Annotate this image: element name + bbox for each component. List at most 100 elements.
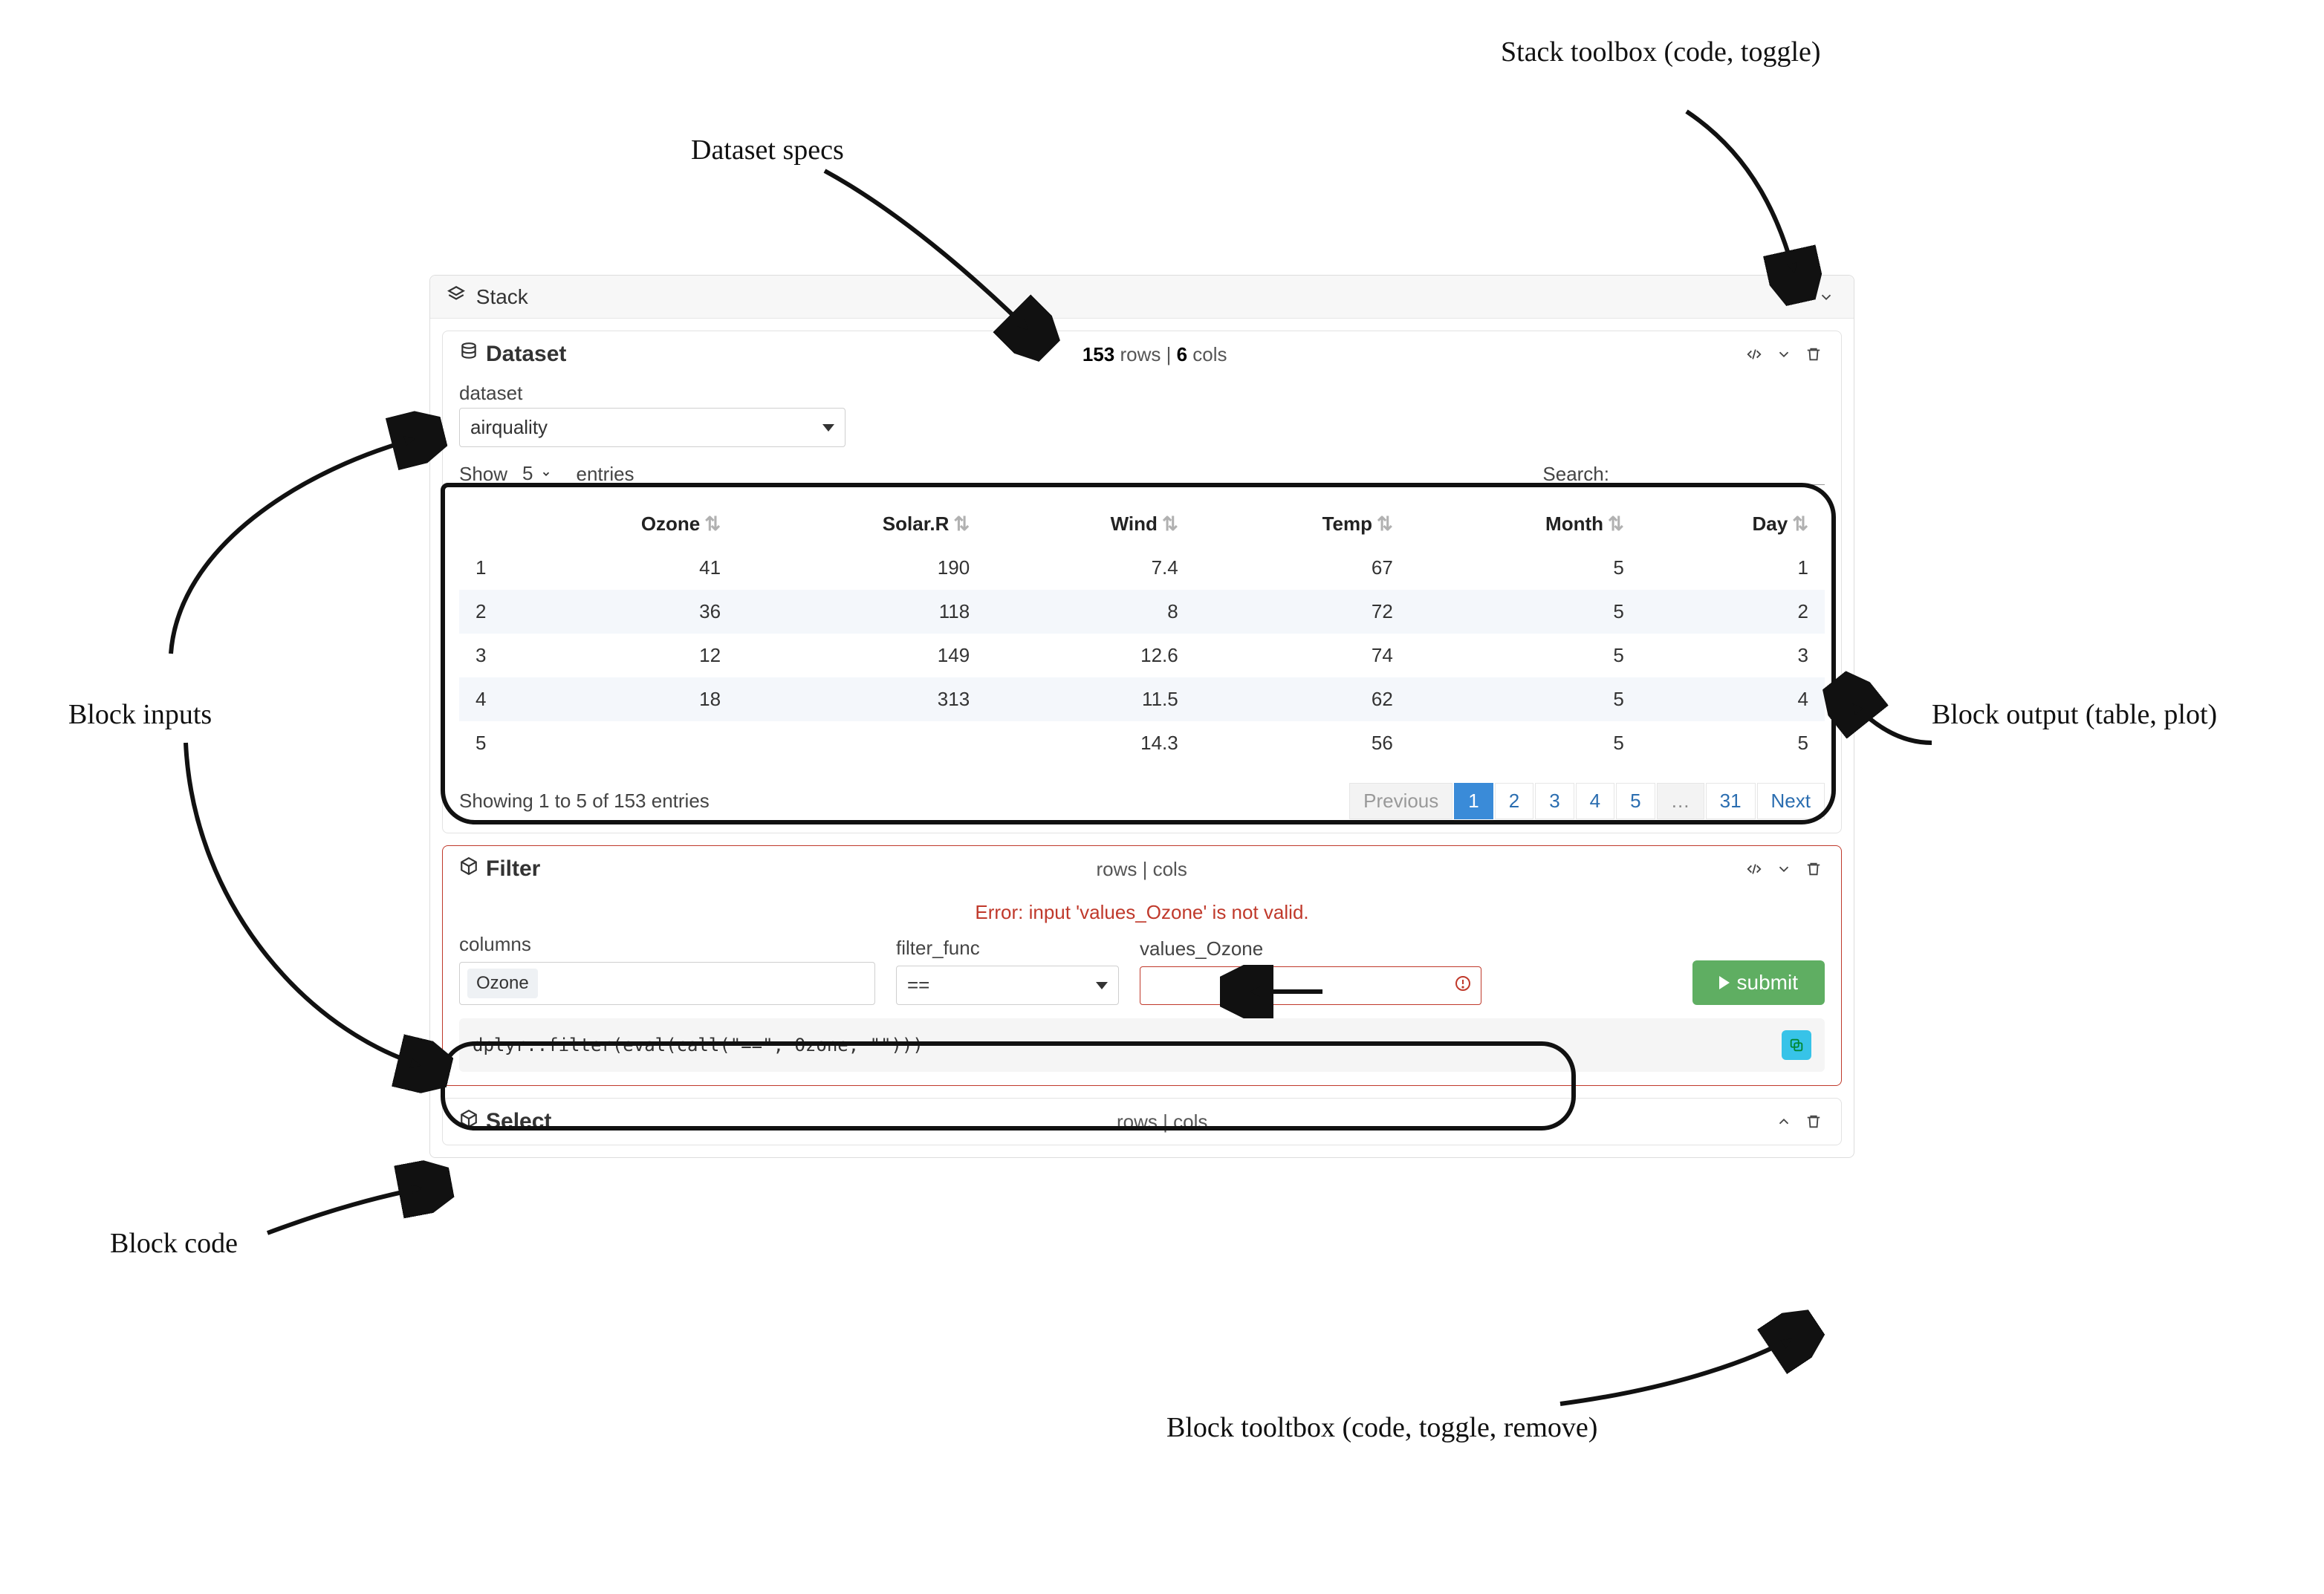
dataset-sep: | (1166, 343, 1177, 365)
pager-page-3[interactable]: 3 (1535, 783, 1574, 819)
dataset-code-button[interactable] (1743, 343, 1765, 365)
cell-month: 5 (1409, 677, 1640, 721)
filter-func-value: == (907, 974, 929, 997)
stack-title-text: Stack (476, 285, 528, 308)
show-label-pre: Show (459, 463, 507, 486)
filter-columns-input[interactable]: Ozone (459, 962, 875, 1005)
stack-toggle-button[interactable] (1815, 286, 1837, 308)
caret-down-icon (822, 424, 834, 432)
pager-page-last[interactable]: 31 (1706, 783, 1756, 819)
filter-values-label: values_Ozone (1140, 937, 1481, 960)
table-footer: Showing 1 to 5 of 153 entries Previous 1… (459, 783, 1825, 819)
chevron-down-icon (1818, 289, 1834, 305)
copy-icon (1788, 1037, 1805, 1053)
filter-toggle-button[interactable] (1773, 858, 1795, 880)
th-label: Ozone (641, 513, 700, 535)
filter-code-button[interactable] (1743, 858, 1765, 880)
copy-code-button[interactable] (1782, 1030, 1811, 1060)
filter-func-select[interactable]: == (896, 966, 1119, 1005)
row-index: 1 (459, 546, 504, 590)
stack-panel: Stack Dataset 153 rows | 6 (429, 275, 1854, 1158)
alert-icon (1454, 975, 1472, 998)
table-header-solarr[interactable]: Solar.R⇅ (737, 502, 986, 546)
annotation-block-output: Block output (table, plot) (1932, 698, 2273, 731)
cell-temp: 74 (1195, 634, 1409, 677)
cell-wind: 8 (986, 590, 1195, 634)
dataset-block-body: dataset airquality Show 5 entries Search… (443, 377, 1841, 833)
cell-ozone: 41 (504, 546, 737, 590)
sort-icon: ⇅ (1792, 513, 1808, 536)
search-input[interactable] (1617, 463, 1825, 485)
dataset-select[interactable]: airquality (459, 408, 845, 447)
annotation-block-inputs: Block inputs (68, 698, 212, 731)
filter-block-title-text: Filter (486, 856, 540, 882)
play-icon (1719, 976, 1730, 989)
annotation-block-tooltbox-text: Block tooltbox (code, toggle, remove) (1166, 1412, 1597, 1443)
code-icon (1788, 289, 1805, 305)
filter-values-input[interactable] (1140, 966, 1481, 1005)
th-label: Solar.R (883, 513, 950, 535)
cell-day: 4 (1640, 677, 1825, 721)
sort-icon: ⇅ (1608, 513, 1624, 536)
trash-icon (1805, 1113, 1822, 1130)
filter-submit-button[interactable]: submit (1692, 960, 1825, 1005)
table-header-rownum[interactable] (459, 502, 504, 546)
pager-page-1[interactable]: 1 (1454, 783, 1493, 819)
cell-day: 1 (1640, 546, 1825, 590)
pager: Previous 1 2 3 4 5 … 31 Next (1349, 783, 1825, 819)
dataset-toggle-button[interactable] (1773, 343, 1795, 365)
table-row: 1411907.46751 (459, 546, 1825, 590)
filter-remove-button[interactable] (1802, 858, 1825, 880)
table-header-wind[interactable]: Wind⇅ (986, 502, 1195, 546)
pager-page-2[interactable]: 2 (1495, 783, 1533, 819)
page-size-select[interactable]: 5 (515, 461, 568, 487)
cell-month: 5 (1409, 634, 1640, 677)
cell-ozone: 36 (504, 590, 737, 634)
table-header-day[interactable]: Day⇅ (1640, 502, 1825, 546)
dataset-block-title-text: Dataset (486, 342, 566, 367)
search-label: Search: (1542, 463, 1609, 486)
trash-icon (1805, 346, 1822, 362)
dataset-block-toolbox (1743, 343, 1825, 365)
pager-prev[interactable]: Previous (1349, 783, 1452, 819)
dataset-specs: 153 rows | 6 cols (1083, 343, 1227, 366)
dataset-remove-button[interactable] (1802, 343, 1825, 365)
cell-temp: 67 (1195, 546, 1409, 590)
stack-title: Stack (447, 284, 528, 309)
filter-block-title: Filter (459, 856, 540, 882)
code-icon (1746, 346, 1762, 362)
table-header-ozone[interactable]: Ozone⇅ (504, 502, 737, 546)
row-index: 5 (459, 721, 504, 765)
cell-month: 5 (1409, 721, 1640, 765)
table-row: 41831311.56254 (459, 677, 1825, 721)
dataset-block-header: Dataset 153 rows | 6 cols (443, 331, 1841, 377)
filter-columns-tag[interactable]: Ozone (467, 969, 538, 998)
stack-code-button[interactable] (1785, 286, 1808, 308)
table-header-temp[interactable]: Temp⇅ (1195, 502, 1409, 546)
search-box: Search: (1542, 463, 1825, 486)
cell-solar-r: 118 (737, 590, 986, 634)
cell-wind: 14.3 (986, 721, 1195, 765)
submit-label: submit (1737, 971, 1798, 995)
select-toggle-button[interactable] (1773, 1110, 1795, 1133)
cell-month: 5 (1409, 590, 1640, 634)
table-controls: Show 5 entries Search: (459, 461, 1825, 487)
cell-temp: 72 (1195, 590, 1409, 634)
pager-page-4[interactable]: 4 (1576, 783, 1614, 819)
pager-page-5[interactable]: 5 (1616, 783, 1655, 819)
annotation-block-code-text: Block code (110, 1228, 238, 1259)
data-table: Ozone⇅ Solar.R⇅ Wind⇅ Temp⇅ Month⇅ Day⇅ … (459, 502, 1825, 765)
select-remove-button[interactable] (1802, 1110, 1825, 1133)
table-footer-info: Showing 1 to 5 of 153 entries (459, 790, 710, 813)
annotation-block-output-text: Block output (table, plot) (1932, 699, 2217, 730)
show-label-post: entries (577, 463, 634, 486)
filter-submit-col: submit (1692, 960, 1825, 1005)
cell-wind: 11.5 (986, 677, 1195, 721)
select-block-title: Select (459, 1109, 551, 1134)
filter-code-text: dplyr::filter(eval(call("==", Ozone, "")… (473, 1035, 924, 1055)
trash-icon (1805, 861, 1822, 877)
pager-next[interactable]: Next (1757, 783, 1825, 819)
annotation-block-tooltbox: Block tooltbox (code, toggle, remove) (1166, 1411, 1597, 1444)
table-header-month[interactable]: Month⇅ (1409, 502, 1640, 546)
row-index: 3 (459, 634, 504, 677)
